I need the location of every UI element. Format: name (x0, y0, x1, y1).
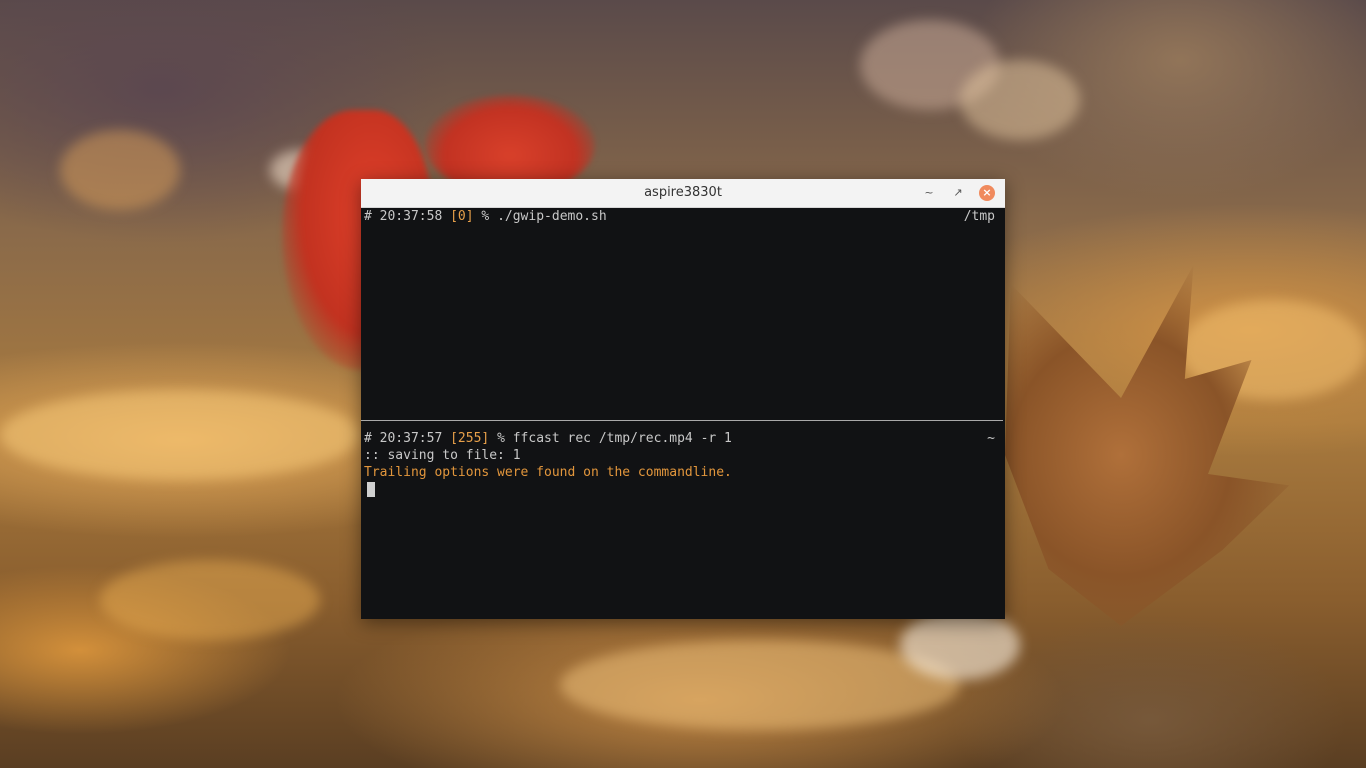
terminal-pane-top[interactable]: # 20:37:58 [0] % ./gwip-demo.sh/tmp (361, 208, 1005, 420)
prompt-hash: # (364, 431, 372, 446)
window-titlebar[interactable]: aspire3830t ~ ↗ × (361, 179, 1005, 208)
minimize-icon[interactable]: ~ (921, 185, 937, 201)
bokeh-light (60, 130, 180, 210)
maximize-icon[interactable]: ↗ (950, 185, 966, 201)
warning-line: Trailing options were found on the comma… (364, 465, 732, 480)
pane-divider[interactable] (361, 420, 1003, 421)
prompt-symbol: % (497, 431, 505, 446)
bokeh-light (0, 390, 360, 480)
command-text: ffcast rec /tmp/rec.mp4 -r 1 (512, 431, 732, 446)
bokeh-light (900, 610, 1020, 680)
input-line[interactable] (361, 481, 1005, 498)
prompt-time: 20:37:58 (379, 209, 443, 224)
prompt-time: 20:37:57 (379, 431, 443, 446)
close-icon[interactable]: × (979, 185, 995, 201)
current-directory: ~ (987, 431, 995, 446)
terminal-window[interactable]: aspire3830t ~ ↗ × # 20:37:58 [0] % ./gwi… (361, 179, 1005, 619)
prompt-line: # 20:37:57 [255] % ffcast rec /tmp/rec.m… (361, 430, 1005, 447)
current-directory: /tmp (963, 209, 995, 224)
output-line: :: saving to file: 1 (364, 448, 521, 463)
text-cursor (367, 482, 375, 497)
exit-status: [0] (450, 209, 474, 224)
command-text: ./gwip-demo.sh (497, 209, 607, 224)
exit-status: [255] (450, 431, 490, 446)
bokeh-light (100, 560, 320, 640)
prompt-line: # 20:37:58 [0] % ./gwip-demo.sh/tmp (361, 208, 1005, 225)
prompt-hash: # (364, 209, 372, 224)
terminal-pane-bottom[interactable]: # 20:37:57 [255] % ffcast rec /tmp/rec.m… (361, 430, 1005, 619)
window-title: aspire3830t (644, 185, 722, 200)
bokeh-light (960, 60, 1080, 140)
prompt-symbol: % (481, 209, 490, 224)
bokeh-light (560, 640, 960, 730)
